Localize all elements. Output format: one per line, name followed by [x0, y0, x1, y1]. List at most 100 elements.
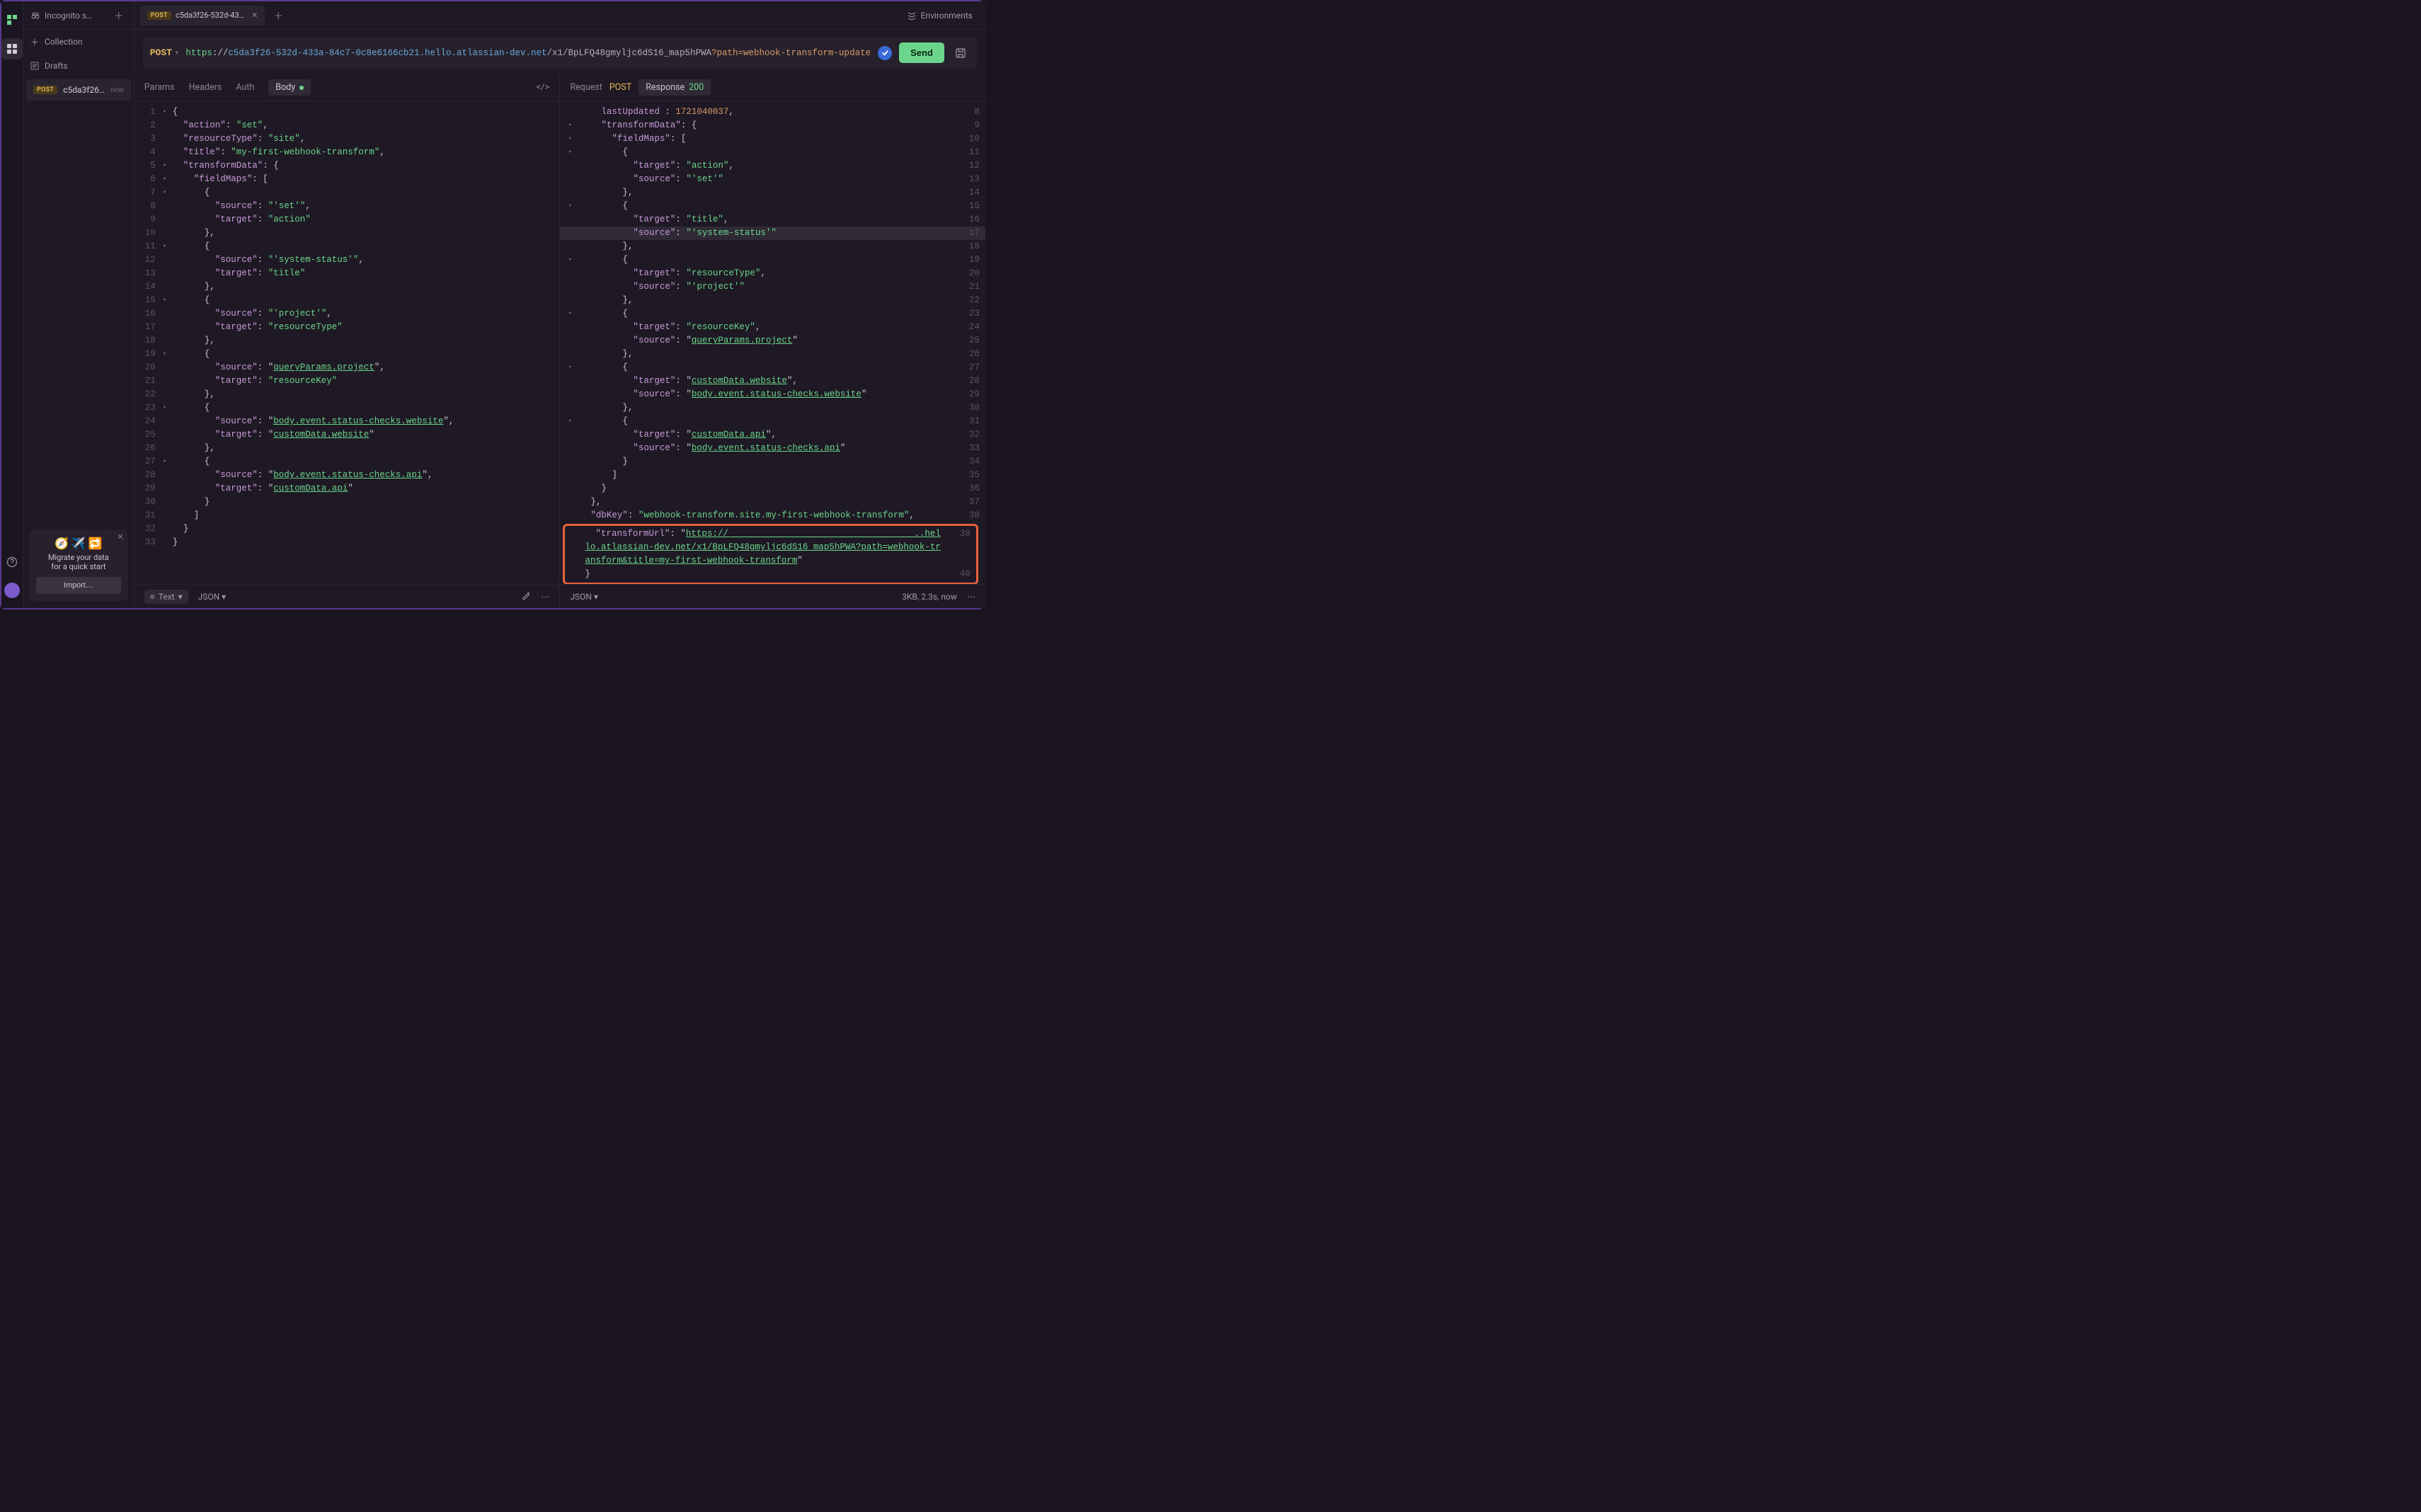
draft-item[interactable]: POST c5da3f26… now	[26, 79, 131, 101]
code-icon[interactable]: </>	[537, 82, 550, 93]
code-line[interactable]: 19▾ {	[134, 348, 560, 361]
code-line[interactable]: },30	[560, 401, 985, 415]
code-line[interactable]: 25 "target": "customData.website"	[134, 428, 560, 442]
workspace-button[interactable]	[1, 38, 23, 59]
collection-button[interactable]: ＋Collection	[23, 30, 134, 54]
code-line[interactable]: 7▾ {	[134, 186, 560, 200]
code-line[interactable]: 24 "source": "body.event.status-checks.w…	[134, 415, 560, 428]
more-icon[interactable]: ⋯	[967, 592, 975, 602]
new-tab-button[interactable]: ＋	[270, 8, 286, 22]
code-line[interactable]: 3 "resourceType": "site",	[134, 132, 560, 146]
code-line[interactable]: "target": "action",12	[560, 159, 985, 173]
response-viewer[interactable]: lastUpdated : 1721040037,8▾ "transformDa…	[560, 101, 985, 584]
code-line[interactable]: "target": "resourceType",20	[560, 267, 985, 280]
code-line[interactable]: 23▾ {	[134, 401, 560, 415]
json-mode-button[interactable]: JSON ▾	[570, 592, 598, 602]
code-line[interactable]: "source": "'system-status'"17	[560, 227, 985, 240]
code-line[interactable]: ▾ {11	[560, 146, 985, 159]
code-line[interactable]: ▾ {31	[560, 415, 985, 428]
code-line[interactable]: 18 },	[134, 334, 560, 348]
code-line[interactable]: 26 },	[134, 442, 560, 455]
help-button[interactable]	[1, 551, 23, 573]
code-line[interactable]: ]35	[560, 469, 985, 482]
code-line[interactable]: 10 },	[134, 227, 560, 240]
more-icon[interactable]: ⋯	[541, 592, 549, 602]
code-line[interactable]: 21 "target": "resourceKey"	[134, 374, 560, 388]
environments-button[interactable]: Environments	[907, 11, 980, 21]
code-line[interactable]: 11▾ {	[134, 240, 560, 253]
code-line[interactable]: 1▾{	[134, 105, 560, 119]
code-line[interactable]: 22 },	[134, 388, 560, 401]
code-line[interactable]: 32 }	[134, 522, 560, 536]
tab-auth[interactable]: Auth	[236, 79, 254, 96]
request-tab[interactable]: POST c5da3f26-532d-43… ✕	[140, 6, 265, 25]
close-icon[interactable]: ✕	[118, 532, 124, 542]
code-line[interactable]: 2 "action": "set",	[134, 119, 560, 132]
close-tab-icon[interactable]: ✕	[251, 11, 258, 20]
method-select[interactable]: POST▾	[150, 47, 179, 58]
avatar[interactable]	[4, 583, 20, 598]
code-line[interactable]: "transformUrl": "https:// ..hello.atlass…	[565, 527, 976, 568]
import-button[interactable]: Import…	[36, 577, 121, 594]
code-line[interactable]: ▾ {23	[560, 307, 985, 321]
code-line[interactable]: },14	[560, 186, 985, 200]
add-tab-button[interactable]: ＋	[111, 8, 127, 23]
save-button[interactable]	[951, 44, 970, 62]
code-line[interactable]: "source": "'set'"13	[560, 173, 985, 186]
code-line[interactable]: 6▾ "fieldMaps": [	[134, 173, 560, 186]
body-editor[interactable]: 1▾{2 "action": "set",3 "resourceType": "…	[134, 101, 560, 584]
code-line[interactable]: 16 "source": "'project'",	[134, 307, 560, 321]
code-line[interactable]: 20 "source": "queryParams.project",	[134, 361, 560, 374]
validate-icon[interactable]	[878, 46, 892, 60]
code-line[interactable]: 28 "source": "body.event.status-checks.a…	[134, 469, 560, 482]
code-line[interactable]: }34	[560, 455, 985, 469]
json-mode-button[interactable]: JSON ▾	[198, 592, 227, 602]
code-line[interactable]: "source": "body.event.status-checks.webs…	[560, 388, 985, 401]
code-line[interactable]: },26	[560, 348, 985, 361]
url-input[interactable]: https://c5da3f26-532d-433a-84c7-0c8e6166…	[185, 48, 871, 58]
code-line[interactable]: ▾ {19	[560, 253, 985, 267]
sidebar-tab-incognito[interactable]: Incognito s…	[30, 11, 92, 21]
code-line[interactable]: "dbKey": "webhook-transform.site.my-firs…	[560, 509, 985, 522]
send-button[interactable]: Send	[899, 42, 944, 63]
code-line[interactable]: "target": "customData.website",28	[560, 374, 985, 388]
code-line[interactable]: ▾ {27	[560, 361, 985, 374]
code-line[interactable]: },37	[560, 496, 985, 509]
code-line[interactable]: ▾ {15	[560, 200, 985, 213]
code-line[interactable]: "source": "'project'"21	[560, 280, 985, 294]
code-line[interactable]: "target": "title",16	[560, 213, 985, 227]
code-line[interactable]: ▾ "fieldMaps": [10	[560, 132, 985, 146]
code-line[interactable]: ▾ "transformData": {9	[560, 119, 985, 132]
code-line[interactable]: 12 "source": "'system-status'",	[134, 253, 560, 267]
wand-icon[interactable]	[521, 590, 531, 602]
code-line[interactable]: lastUpdated : 1721040037,8	[560, 105, 985, 119]
code-line[interactable]: 8 "source": "'set'",	[134, 200, 560, 213]
tab-params[interactable]: Params	[144, 79, 175, 96]
response-pill[interactable]: Response 200	[639, 79, 711, 96]
drafts-header[interactable]: Drafts	[23, 54, 134, 78]
tab-body[interactable]: Body	[268, 79, 311, 96]
code-line[interactable]: "target": "resourceKey",24	[560, 321, 985, 334]
code-line[interactable]: },18	[560, 240, 985, 253]
code-line[interactable]: 15▾ {	[134, 294, 560, 307]
code-line[interactable]: 4 "title": "my-first-webhook-transform",	[134, 146, 560, 159]
code-line[interactable]: }36	[560, 482, 985, 496]
tab-headers[interactable]: Headers	[189, 79, 222, 96]
code-line[interactable]: },22	[560, 294, 985, 307]
code-line[interactable]: "source": "queryParams.project"25	[560, 334, 985, 348]
code-line[interactable]: 17 "target": "resourceType"	[134, 321, 560, 334]
code-line[interactable]: }40	[565, 568, 976, 581]
sidebar-tab-label: Incognito s…	[45, 11, 92, 21]
code-line[interactable]: 29 "target": "customData.api"	[134, 482, 560, 496]
code-line[interactable]: 5▾ "transformData": {	[134, 159, 560, 173]
code-line[interactable]: 14 },	[134, 280, 560, 294]
code-line[interactable]: 30 }	[134, 496, 560, 509]
code-line[interactable]: 33}	[134, 536, 560, 549]
code-line[interactable]: 13 "target": "title"	[134, 267, 560, 280]
code-line[interactable]: 27▾ {	[134, 455, 560, 469]
code-line[interactable]: 9 "target": "action"	[134, 213, 560, 227]
code-line[interactable]: "source": "body.event.status-checks.api"…	[560, 442, 985, 455]
code-line[interactable]: 31 ]	[134, 509, 560, 522]
text-mode-button[interactable]: ≡ Text ▾	[144, 590, 188, 604]
code-line[interactable]: "target": "customData.api",32	[560, 428, 985, 442]
